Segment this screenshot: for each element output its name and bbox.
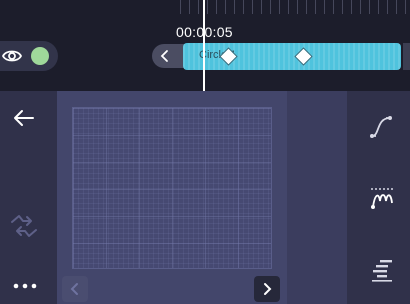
track-end-handle[interactable] xyxy=(403,43,410,70)
previous-frame-button[interactable] xyxy=(62,276,88,302)
swap-icon[interactable] xyxy=(9,213,39,244)
align-icon[interactable] xyxy=(369,257,395,288)
chevron-left-icon xyxy=(70,283,78,295)
next-frame-button[interactable] xyxy=(254,276,280,302)
clip-track[interactable]: Circle 1 xyxy=(183,43,401,70)
motion-path-icon[interactable] xyxy=(368,185,396,216)
collapse-track-button[interactable] xyxy=(152,44,186,68)
chevron-left-icon xyxy=(160,50,168,62)
more-icon[interactable] xyxy=(13,277,37,295)
easing-curve-icon[interactable] xyxy=(368,114,394,145)
playhead[interactable] xyxy=(203,0,205,91)
canvas-margin xyxy=(287,91,347,304)
timeline-ruler[interactable] xyxy=(180,0,410,20)
layer-color-swatch[interactable] xyxy=(31,47,49,65)
eye-icon[interactable] xyxy=(1,47,23,65)
chevron-right-icon xyxy=(264,283,272,295)
back-arrow-icon[interactable] xyxy=(12,107,36,134)
artboard-grid[interactable] xyxy=(72,107,272,269)
